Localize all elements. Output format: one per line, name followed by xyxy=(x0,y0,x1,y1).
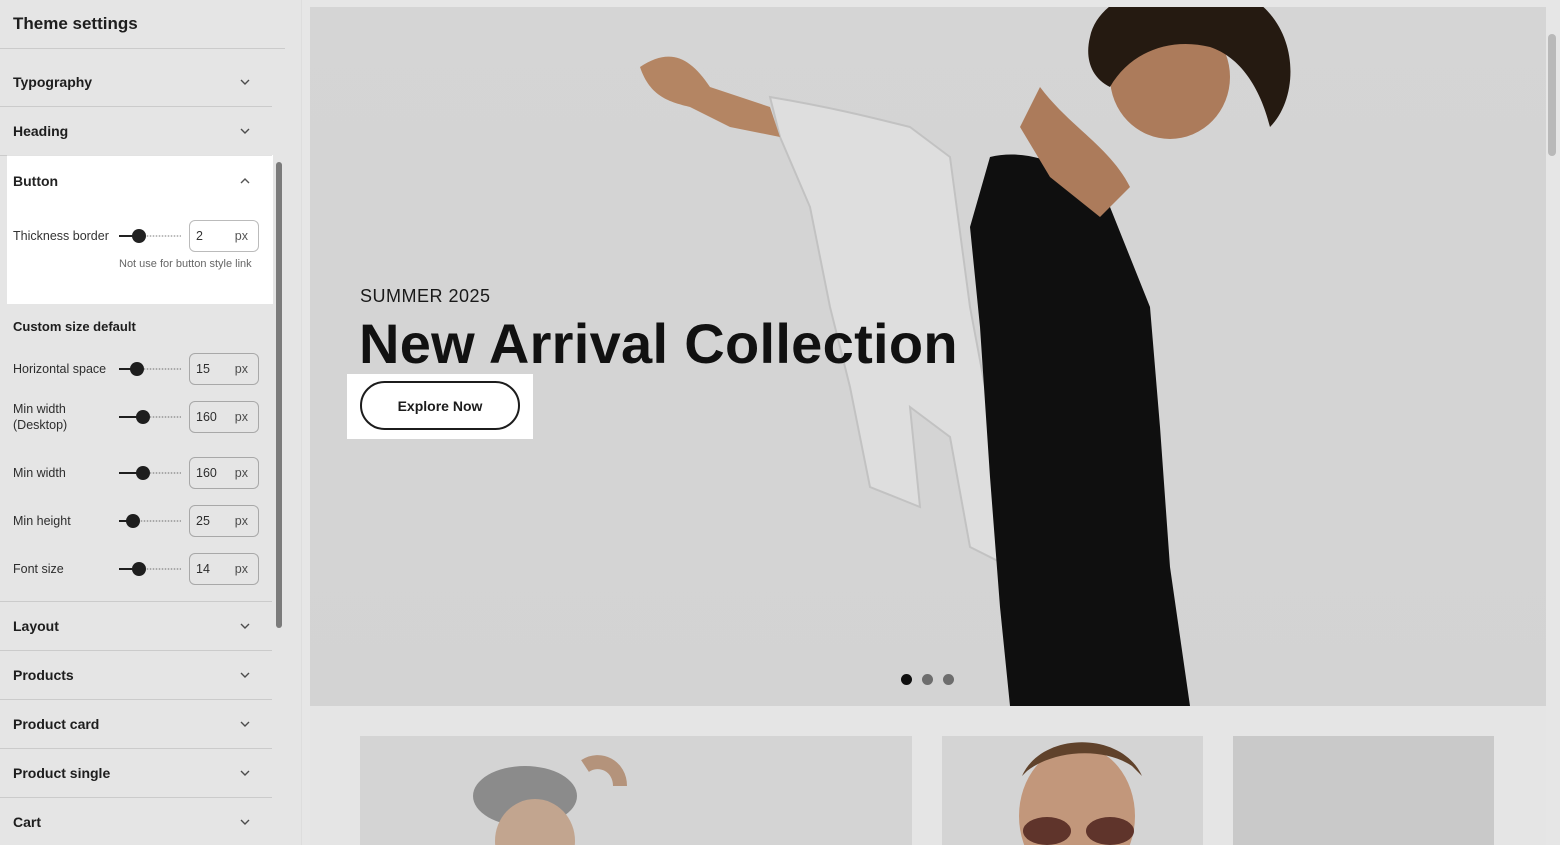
section-label: Cart xyxy=(13,814,42,830)
min-width-slider[interactable] xyxy=(119,465,181,481)
slide-dot[interactable] xyxy=(901,674,912,685)
hero-subtitle: SUMMER 2025 xyxy=(360,286,491,306)
chevron-down-icon xyxy=(240,77,250,87)
section-product-card[interactable]: Product card xyxy=(0,700,272,749)
setting-horizontal-space: Horizontal space px xyxy=(13,353,259,385)
chevron-up-icon xyxy=(240,176,250,186)
horizontal-space-field[interactable] xyxy=(196,362,232,376)
section-label: Product card xyxy=(13,716,100,732)
min-width-desktop-input[interactable]: px xyxy=(189,401,259,433)
collection-card-image xyxy=(1019,742,1142,845)
section-label: Products xyxy=(13,667,74,683)
unit-label: px xyxy=(234,410,248,424)
sidebar-scrollbar[interactable] xyxy=(276,162,282,628)
slider-handle[interactable] xyxy=(129,362,144,376)
unit-label: px xyxy=(234,514,248,528)
collection-card-image xyxy=(473,755,627,845)
setting-font-size: Font size px xyxy=(13,553,259,585)
thickness-value-field[interactable] xyxy=(196,229,232,243)
min-width-desktop-slider[interactable] xyxy=(119,409,181,425)
explore-now-button[interactable]: Explore Now xyxy=(360,381,520,430)
slider-handle[interactable] xyxy=(132,562,147,576)
unit-label: px xyxy=(234,362,248,376)
unit-label: px xyxy=(234,229,248,243)
collection-card[interactable] xyxy=(942,736,1203,845)
hero-slideshow: SUMMER 2025 New Arrival Collection xyxy=(310,7,1546,706)
horizontal-space-input[interactable]: px xyxy=(189,353,259,385)
min-width-field[interactable] xyxy=(196,466,232,480)
sidebar-title: Theme settings xyxy=(13,14,138,33)
setting-thickness-border: Thickness border px xyxy=(13,220,259,252)
slide-dot[interactable] xyxy=(943,674,954,685)
section-label: Product single xyxy=(13,765,111,781)
section-label: Typography xyxy=(13,74,93,90)
min-height-field[interactable] xyxy=(196,514,232,528)
section-product-single[interactable]: Product single xyxy=(0,749,272,798)
min-height-input[interactable]: px xyxy=(189,505,259,537)
font-size-field[interactable] xyxy=(196,562,232,576)
min-width-desktop-field[interactable] xyxy=(196,410,232,424)
setting-label: Min height xyxy=(13,514,71,528)
theme-settings-sidebar: Theme settings Typography Heading Button… xyxy=(0,0,302,845)
font-size-slider[interactable] xyxy=(119,561,181,577)
setting-min-width: Min width px xyxy=(13,457,259,489)
font-size-input[interactable]: px xyxy=(189,553,259,585)
setting-label: Min width (Desktop) xyxy=(13,402,68,432)
min-height-slider[interactable] xyxy=(119,513,181,529)
chevron-down-icon xyxy=(240,817,250,827)
section-label: Button xyxy=(13,172,59,189)
slide-pagination xyxy=(901,674,954,685)
setting-label: Thickness border xyxy=(13,229,109,243)
horizontal-space-slider[interactable] xyxy=(119,361,181,377)
section-label: Layout xyxy=(13,618,59,634)
min-width-input[interactable]: px xyxy=(189,457,259,489)
thickness-slider[interactable] xyxy=(119,228,181,244)
chevron-down-icon xyxy=(240,621,250,631)
section-heading[interactable]: Heading xyxy=(0,107,272,156)
setting-label: Min width xyxy=(13,466,66,480)
unit-label: px xyxy=(234,562,248,576)
chevron-down-icon xyxy=(240,126,250,136)
custom-size-heading: Custom size default xyxy=(13,319,136,334)
divider xyxy=(0,48,285,49)
section-products[interactable]: Products xyxy=(0,651,272,700)
preview-scrollbar[interactable] xyxy=(1548,34,1556,156)
section-typography[interactable]: Typography xyxy=(0,58,272,107)
section-label: Heading xyxy=(13,123,69,139)
setting-label: Horizontal space xyxy=(13,362,107,376)
setting-min-width-desktop: Min width (Desktop) px xyxy=(13,401,259,433)
hero-title: New Arrival Collection xyxy=(359,312,958,375)
thickness-hint: Not use for button style link xyxy=(119,258,252,270)
preview-page: SUMMER 2025 New Arrival Collection Explo… xyxy=(310,7,1546,845)
section-layout[interactable]: Layout xyxy=(0,602,272,651)
section-button[interactable]: Button xyxy=(0,156,272,205)
slider-handle[interactable] xyxy=(125,514,140,528)
setting-label: Font size xyxy=(13,562,64,576)
chevron-down-icon xyxy=(240,719,250,729)
slider-handle[interactable] xyxy=(136,466,151,480)
thickness-input[interactable]: px xyxy=(189,220,259,252)
chevron-down-icon xyxy=(240,670,250,680)
collection-card[interactable] xyxy=(360,736,912,845)
setting-min-height: Min height px xyxy=(13,505,259,537)
section-cart[interactable]: Cart xyxy=(0,798,272,845)
collection-card[interactable] xyxy=(1233,736,1494,845)
slide-dot[interactable] xyxy=(922,674,933,685)
slider-handle[interactable] xyxy=(131,229,146,243)
slider-handle[interactable] xyxy=(136,410,151,424)
store-preview: SUMMER 2025 New Arrival Collection Explo… xyxy=(302,0,1560,845)
unit-label: px xyxy=(234,466,248,480)
chevron-down-icon xyxy=(240,768,250,778)
